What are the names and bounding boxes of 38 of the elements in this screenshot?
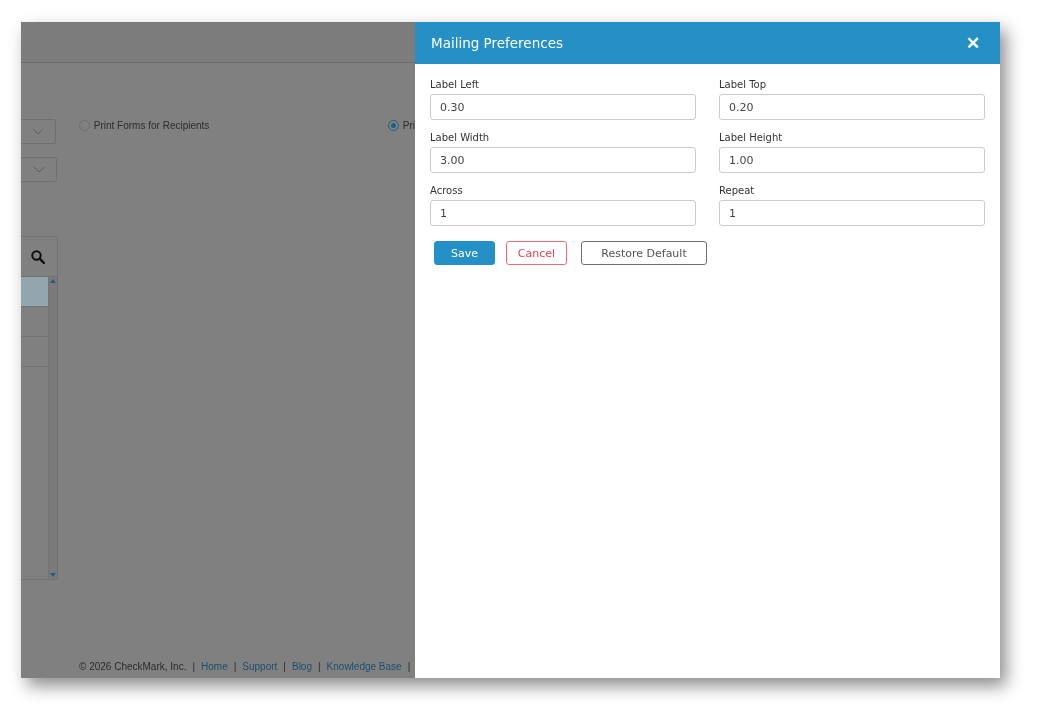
copyright-text: © 2026 CheckMark, Inc. [79,661,187,672]
scrollbar[interactable] [48,277,57,579]
scroll-down-icon[interactable] [50,573,56,577]
input-field[interactable]: 0.20 [719,94,985,120]
field-label: Across [430,185,464,196]
chevron-icon [31,128,44,135]
separator: | [318,661,321,672]
input-field[interactable]: 1.00 [719,147,985,173]
dropdown[interactable] [21,119,56,144]
radio-label[interactable]: Print Forms for Recipients [93,120,210,131]
footer-link[interactable]: Support [242,661,278,672]
separator: | [407,661,411,672]
separator: | [192,661,196,672]
input-field[interactable]: 1 [719,200,985,226]
field-label: Label Left [430,79,480,90]
table-row[interactable] [21,277,48,307]
footer-link[interactable]: Blog [291,661,312,672]
input-field[interactable]: 1 [430,200,696,226]
cancel-button[interactable]: Cancel [506,241,567,265]
dialog-title: Mailing Preferences [431,35,563,51]
field-label: Label Width [430,132,491,143]
field-label: Repeat [719,185,756,196]
field-label: Label Height [719,132,784,143]
footer-link[interactable]: Knowledge Base [326,661,402,672]
footer-link[interactable]: Home [201,661,228,672]
separator: | [283,661,286,672]
separator: | [233,661,237,672]
dropdown[interactable] [21,157,57,182]
restore-default-button[interactable]: Restore Default [581,241,707,265]
input-field[interactable]: 3.00 [430,147,696,173]
search-icon[interactable] [31,249,45,264]
radio-label[interactable]: Pri [402,120,415,131]
input-field[interactable]: 0.30 [430,94,696,120]
chevron-icon [33,166,45,173]
save-button[interactable]: Save [434,241,495,265]
field-label: Label Top [719,79,768,90]
scroll-up-icon[interactable] [50,279,56,283]
close-button[interactable]: ✕ [966,32,980,54]
